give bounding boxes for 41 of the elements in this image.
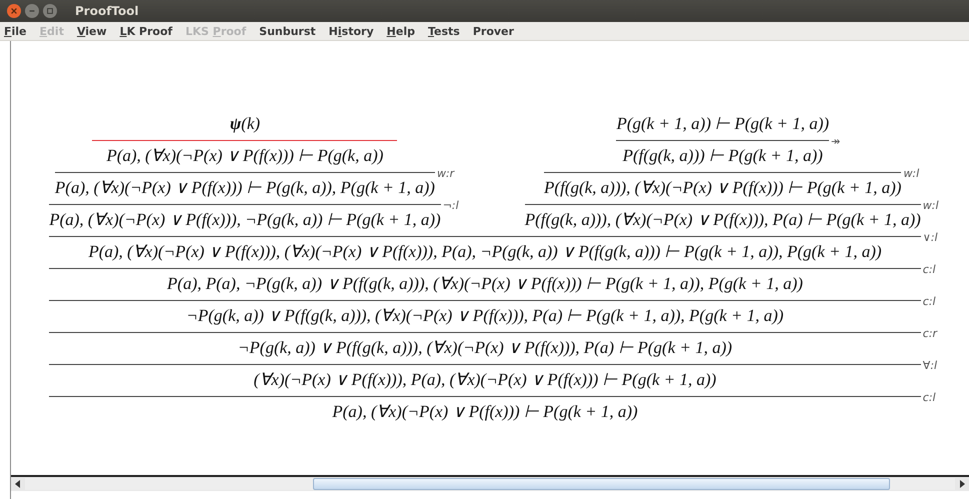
rule-label: c:l xyxy=(922,295,936,308)
rule-label: w:r xyxy=(436,167,454,180)
sequent: ¬P(g(k, a)) ∨ P(f(g(k, a))), (∀x)(¬P(x) ∨ P(f(x))), P(a) ⊢ P(g(k + 1, a)) xyxy=(238,337,732,359)
sequent: P(a), (∀x)(¬P(x) ∨ P(f(x))) ⊢ P(g(k + 1, a)) xyxy=(332,401,638,423)
maximize-button[interactable] xyxy=(43,4,57,18)
horizontal-scrollbar[interactable] xyxy=(11,475,969,491)
sequent: P(a), (∀x)(¬P(x) ∨ P(f(x))) ⊢ P(g(k, a)), P(g(k + 1, a)) xyxy=(54,177,435,199)
sequent: ψ(k) xyxy=(230,113,260,135)
menu-item[interactable]: Tests xyxy=(428,24,460,38)
sequent: P(a), P(a), ¬P(g(k, a)) ∨ P(f(g(k, a))), (∀x)(¬P(x) ∨ P(f(x))) ⊢ P(g(k + 1, a)), P(g(k + 1, a)) xyxy=(167,273,803,295)
rule-label: ∀:l xyxy=(922,359,938,372)
menu-item[interactable]: LK Proof xyxy=(120,24,172,38)
maximize-icon xyxy=(46,7,54,15)
scrollbar-thumb[interactable] xyxy=(313,478,890,490)
minimize-button[interactable] xyxy=(25,4,39,18)
sequent: P(a), (∀x)(¬P(x) ∨ P(f(x))) ⊢ P(g(k, a)) xyxy=(106,145,384,167)
menu-item[interactable]: File xyxy=(4,24,27,38)
sequent: P(a), (∀x)(¬P(x) ∨ P(f(x))), ¬P(g(k, a)) ⊢ P(g(k + 1, a)) xyxy=(49,209,441,231)
menu-item[interactable]: Help xyxy=(386,24,415,38)
close-icon xyxy=(10,7,18,15)
window-title: ProofTool xyxy=(75,4,139,18)
sequent: P(f(g(k, a))), (∀x)(¬P(x) ∨ P(f(x))), P(a) ⊢ P(g(k + 1, a)) xyxy=(524,209,921,231)
sequent: P(f(g(k, a))), (∀x)(¬P(x) ∨ P(f(x))) ⊢ P(g(k + 1, a)) xyxy=(544,177,902,199)
rule-label: c:l xyxy=(922,263,936,276)
rule-label: c:l xyxy=(922,391,936,404)
sequent: ¬P(g(k, a)) ∨ P(f(g(k, a))), (∀x)(¬P(x) ∨ P(f(x))), P(a) ⊢ P(g(k + 1, a)), P(g(k + 1, a)) xyxy=(186,305,784,327)
sequent: P(a), (∀x)(¬P(x) ∨ P(f(x))), (∀x)(¬P(x) ∨ P(f(x))), P(a), ¬P(g(k, a)) ∨ P(f(g(k, a))) ⊢ P(g(k + 1, a)), P(g(k + 1, a)) xyxy=(88,241,882,263)
rule-label: w:l xyxy=(902,167,920,180)
rule-label: ¬:l xyxy=(442,199,459,212)
rule-label: c:r xyxy=(922,327,938,340)
menu-item[interactable]: View xyxy=(76,24,107,38)
rule-label: ↠ xyxy=(830,135,840,148)
sequent: P(g(k + 1, a)) ⊢ P(g(k + 1, a)) xyxy=(616,113,830,135)
rule-label: ∨:l xyxy=(922,231,938,244)
menu-item[interactable]: Prover xyxy=(472,24,514,38)
menu-item[interactable]: Sunburst xyxy=(259,24,316,38)
close-button[interactable] xyxy=(7,4,21,18)
menu-item[interactable]: History xyxy=(328,24,374,38)
rule-label: w:l xyxy=(922,199,939,212)
sequent: (∀x)(¬P(x) ∨ P(f(x))), P(a), (∀x)(¬P(x) ∨ P(f(x))) ⊢ P(g(k + 1, a)) xyxy=(254,369,716,391)
sequent: P(f(g(k, a))) ⊢ P(g(k + 1, a)) xyxy=(622,145,823,167)
